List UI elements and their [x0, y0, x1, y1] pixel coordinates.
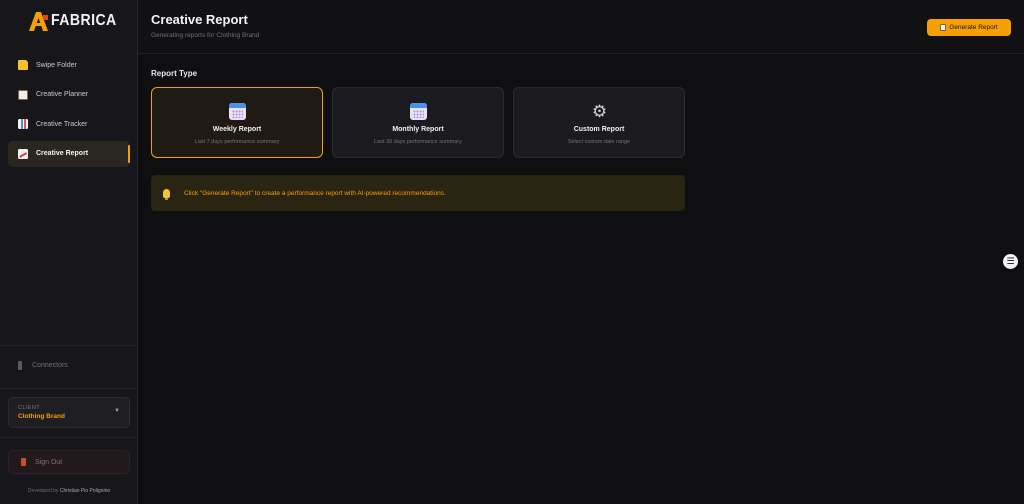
page-title: Creative Report: [151, 12, 248, 27]
calendar-icon: [229, 103, 246, 120]
sidebar: FABRICA Swipe Folder Creative Planner Cr…: [0, 0, 138, 504]
lightbulb-icon: [163, 188, 170, 200]
sidebar-item-label: Creative Report: [36, 150, 89, 157]
divider: [0, 437, 138, 438]
developed-by-prefix: Developed by: [27, 488, 59, 494]
report-type-title: Weekly Report: [212, 126, 262, 133]
connectors-label: Connectors: [32, 362, 68, 369]
chevron-down-icon: ▼: [114, 408, 120, 414]
document-icon: [940, 24, 947, 31]
divider: [0, 388, 138, 389]
report-type-description: Last 7 days performance summary: [194, 139, 280, 145]
tip-text: Click "Generate Report" to create a perf…: [184, 189, 446, 197]
client-value: Clothing Brand: [18, 413, 65, 420]
page-subtitle: Generating reports for Clothing Brand: [151, 32, 260, 39]
info-tip: Click "Generate Report" to create a perf…: [151, 175, 685, 211]
connectors-link[interactable]: Connectors: [18, 361, 68, 370]
report-type-title: Monthly Report: [392, 126, 444, 133]
main-content: Report Type Weekly Report Last 7 days pe…: [138, 55, 1024, 504]
client-label: CLIENT: [18, 405, 40, 411]
sidebar-item-label: Creative Planner: [36, 91, 89, 98]
report-type-description: Last 30 days performance summary: [374, 139, 462, 145]
sidebar-item-label: Swipe Folder: [36, 61, 77, 69]
generate-report-label: Generate Report: [949, 24, 998, 31]
section-title: Report Type: [151, 69, 198, 78]
logo[interactable]: FABRICA: [28, 10, 126, 32]
report-type-weekly[interactable]: Weekly Report Last 7 days performance su…: [151, 87, 323, 158]
report-type-title: Custom Report: [573, 126, 625, 133]
door-icon: [21, 458, 26, 466]
report-type-description: Select custom date range: [567, 139, 631, 145]
sign-out-button[interactable]: Sign Out: [8, 450, 130, 474]
report-type-custom[interactable]: ⚙ Custom Report Select custom date range: [513, 87, 685, 158]
line-chart-icon: [18, 148, 28, 159]
generate-report-button[interactable]: Generate Report: [927, 19, 1011, 36]
folder-icon: [18, 60, 28, 70]
sidebar-nav: Swipe Folder Creative Planner Creative T…: [8, 52, 130, 170]
plug-icon: [18, 361, 22, 370]
sidebar-item-creative-report[interactable]: Creative Report: [8, 140, 130, 167]
sidebar-item-label: Creative Tracker: [36, 120, 88, 128]
gear-icon: ⚙: [591, 102, 608, 121]
report-type-monthly[interactable]: Monthly Report Last 30 days performance …: [332, 87, 504, 158]
divider: [0, 345, 138, 346]
calendar-icon: [410, 103, 427, 120]
developer-credit: Developed by Christian Pio Polignino: [0, 488, 138, 494]
bar-chart-icon: [18, 119, 28, 129]
sign-out-label: Sign Out: [35, 458, 63, 466]
client-selector[interactable]: CLIENT Clothing Brand ▼: [8, 397, 130, 428]
logo-text: FABRICA: [51, 12, 117, 29]
page-header: Creative Report Generating reports for C…: [138, 0, 1024, 54]
developer-name: Christian Pio Polignino: [59, 488, 111, 494]
sidebar-item-swipe-folder[interactable]: Swipe Folder: [8, 52, 130, 78]
sidebar-item-creative-planner[interactable]: Creative Planner: [8, 82, 130, 108]
clipboard-icon: [18, 89, 28, 100]
sliders-icon[interactable]: ☰: [1003, 254, 1018, 269]
logo-mark-icon: [29, 12, 48, 31]
sidebar-item-creative-tracker[interactable]: Creative Tracker: [8, 111, 130, 137]
